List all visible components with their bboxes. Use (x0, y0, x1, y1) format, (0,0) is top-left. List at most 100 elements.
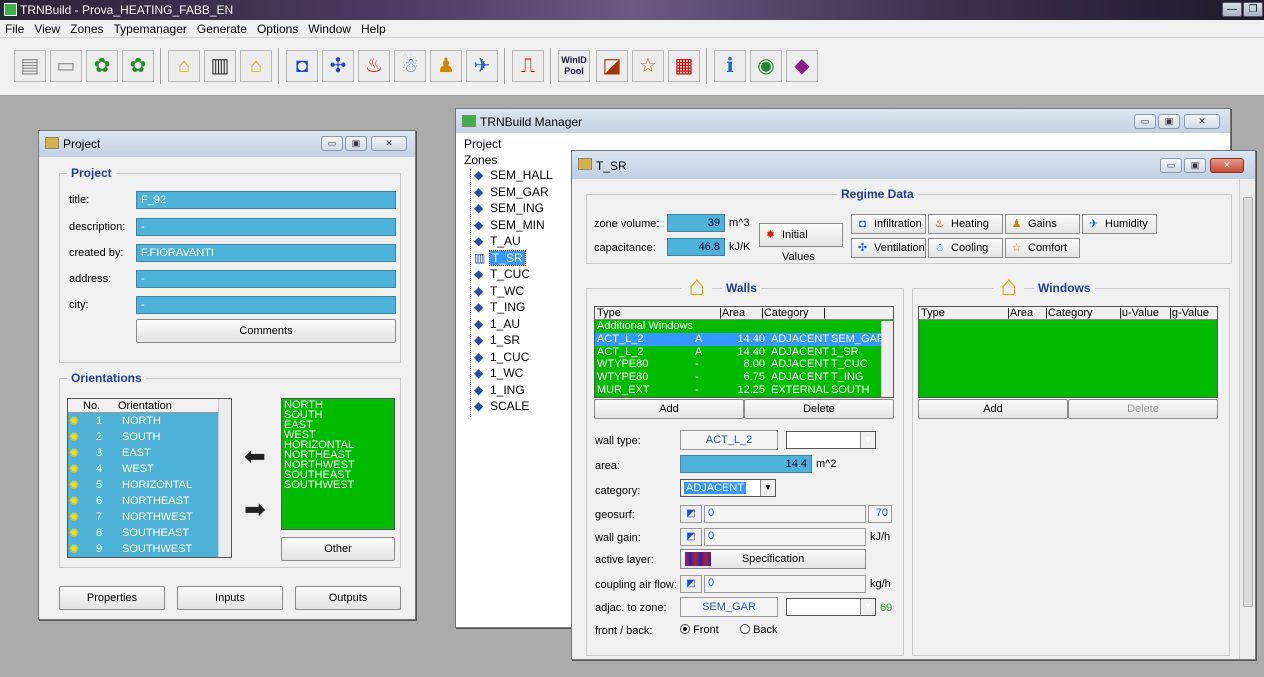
walls-delete-button[interactable]: Delete (744, 399, 894, 419)
infiltration-button[interactable]: ◘ Infiltration (851, 214, 926, 234)
orientation-list[interactable]: No. Orientation ✺ 1 NORTH ✺ 2 SOUTH ✺ 3 EAST ✺ 4 WE… (67, 398, 232, 558)
zone-tree-item[interactable]: ◆ SEM_MIN (472, 217, 582, 234)
zone-tree-item[interactable]: ▥ T_SR (472, 249, 582, 267)
adjac-zone-field[interactable]: SEM_GAR (680, 597, 778, 617)
outputs-button[interactable]: Outputs (295, 586, 401, 610)
other-button[interactable]: Other (281, 537, 395, 561)
maximize-button[interactable]: ▣ (345, 136, 367, 151)
category-dropdown[interactable]: ADJACENT ▼ (680, 479, 776, 497)
maximize-button[interactable]: ▣ (1158, 114, 1180, 129)
zone-tree-item[interactable]: ◆ T_WC (472, 283, 582, 300)
cooling-button[interactable]: ☃ Cooling (928, 238, 1003, 258)
wall-row[interactable]: MUR_EXT - 12.25 EXTERNAL SOUTH (595, 384, 893, 397)
wall-row[interactable]: WTYPE80 - 6.75 ADJACENT T_ING (595, 371, 893, 384)
close-button[interactable]: ✕ (1184, 114, 1220, 129)
close-button[interactable]: ✕ (1210, 158, 1244, 173)
wall-gain-edit-icon[interactable]: ◩ (680, 528, 702, 546)
schedule-icon[interactable]: ▦ (668, 50, 700, 82)
zone-tree-item[interactable]: ◆ T_ING (472, 299, 582, 316)
cooling-snowman-icon[interactable]: ☃ (394, 50, 426, 82)
capacitance-field[interactable]: 46.8 (667, 238, 725, 256)
ventilation-fan-icon[interactable]: ✣ (322, 50, 354, 82)
orientation-row[interactable]: ✺ 4 WEST (68, 461, 231, 477)
created-by-field[interactable]: F.FIORAVANTI (136, 244, 396, 262)
wall-type-field[interactable]: ACT_L_2 (680, 430, 778, 450)
house-icon[interactable]: ⌂ (168, 50, 200, 82)
back-radio[interactable]: Back (740, 624, 778, 636)
orientation-row[interactable]: ✺ 1 NORTH (68, 413, 231, 429)
globe-icon[interactable]: ✿ (86, 50, 118, 82)
zone-tree-item[interactable]: ◆ 1_ING (472, 382, 582, 399)
zone-tree-item[interactable]: ◆ 1_CUC (472, 349, 582, 366)
available-item[interactable]: SOUTHWEST (284, 480, 392, 491)
close-button[interactable]: ✕ (371, 136, 407, 151)
info-icon[interactable]: ℹ (714, 50, 746, 82)
properties-button[interactable]: Properties (59, 586, 165, 610)
menu-view[interactable]: View (29, 20, 65, 36)
minimize-button[interactable]: — (1222, 2, 1242, 17)
orientation-row[interactable]: ✺ 6 NORTHEAST (68, 493, 231, 509)
wizard-icon[interactable]: ☆ (632, 50, 664, 82)
specification-button[interactable]: Specification (680, 549, 866, 569)
new-file-icon[interactable]: ▤ (14, 50, 46, 82)
menu-file[interactable]: File (0, 20, 29, 36)
walls-list-scrollbar[interactable] (881, 321, 893, 397)
winid-pool-button[interactable]: WinID Pool (558, 50, 590, 82)
address-field[interactable]: - (136, 270, 396, 288)
zone-tree-item[interactable]: ◆ 1_SR (472, 332, 582, 349)
description-field[interactable]: - (136, 218, 396, 236)
humidity-icon[interactable]: ✈ (466, 50, 498, 82)
wall-type-dropdown[interactable]: <-- new ... ▼ (786, 431, 876, 449)
menu-zones[interactable]: Zones (65, 20, 108, 36)
menu-help[interactable]: Help (356, 20, 391, 36)
zone-tree-item[interactable]: ◆ SEM_ING (472, 200, 582, 217)
windows-list[interactable]: Type |Area |Category |u-Value |g-Value (918, 306, 1218, 398)
zone-tree-item[interactable]: ◆ SCALE (472, 398, 582, 415)
tree-root-project[interactable]: Project (464, 137, 501, 151)
heating-button[interactable]: ♨ Heating (928, 214, 1003, 234)
geosurf-edit-icon[interactable]: ◩ (680, 505, 702, 523)
walls-list[interactable]: Type |Area |Category | Additional Window… (594, 306, 894, 398)
ventilation-button[interactable]: ✣ Ventilation (851, 238, 926, 258)
zone-tree-item[interactable]: ◆ 1_WC (472, 365, 582, 382)
walls-add-button[interactable]: Add (594, 399, 744, 419)
minimize-button[interactable]: ▭ (1160, 158, 1182, 173)
zone-tree-item[interactable]: ◆ T_CUC (472, 266, 582, 283)
zone-tree-item[interactable]: ◆ T_AU (472, 233, 582, 250)
orientation-row[interactable]: ✺ 7 NORTHWEST (68, 509, 231, 525)
wall-row[interactable]: ACT_L_2 A 14.40 ADJACENT SEM_GAR (595, 332, 893, 346)
title-field[interactable]: F_92 (136, 191, 396, 209)
arrow-left-icon[interactable]: ⬅ (244, 441, 266, 472)
wall-gain-field[interactable]: 0 (704, 528, 866, 546)
comfort-button[interactable]: ☆ Comfort (1005, 238, 1080, 258)
orientation-row[interactable]: ✺ 5 HORIZONTAL (68, 477, 231, 493)
available-orientations-list[interactable]: NORTH SOUTH EAST WEST HORIZONTAL NORTHEA… (281, 398, 395, 530)
wall-row[interactable]: ACT_L_2 A 14.40 ADJACENT 1_SR (595, 346, 893, 359)
zone-tree-item[interactable]: ◆ SEM_GAR (472, 184, 582, 201)
menu-window[interactable]: Window (303, 20, 356, 36)
gains-button[interactable]: ♟ Gains (1005, 214, 1080, 234)
zone-volume-field[interactable]: 39 (667, 214, 725, 232)
area-field[interactable]: 14.4 (680, 455, 812, 473)
orientation-list-scrollbar[interactable] (218, 399, 231, 557)
zone-tree-item[interactable]: ◆ SEM_HALL (472, 167, 582, 184)
layers-icon[interactable]: ▥ (204, 50, 236, 82)
arrow-right-icon[interactable]: ➡ (244, 494, 266, 525)
initial-values-button[interactable]: ✹ Initial Values (759, 223, 843, 263)
globe-add-icon[interactable]: ✿ (122, 50, 154, 82)
infiltration-icon[interactable]: ◘ (286, 50, 318, 82)
coupling-field[interactable]: 0 (704, 575, 866, 593)
maximize-button[interactable]: ▣ (1184, 158, 1206, 173)
front-radio[interactable]: Front (680, 624, 719, 636)
typemanager-icon[interactable]: ◪ (596, 50, 628, 82)
geosurf-field[interactable]: 0 (704, 505, 866, 523)
open-folder-icon[interactable]: ▭ (50, 50, 82, 82)
manual-book-icon[interactable]: ◆ (786, 50, 818, 82)
inputs-button[interactable]: Inputs (177, 586, 283, 610)
window-house-icon[interactable]: ⌂ (240, 50, 272, 82)
wall-row[interactable]: WTYPE80 - 8.00 ADJACENT T_CUC (595, 358, 893, 371)
orientation-row[interactable]: ✺ 3 EAST (68, 445, 231, 461)
minimize-button[interactable]: ▭ (1134, 114, 1156, 129)
menu-options[interactable]: Options (252, 20, 303, 36)
restore-button[interactable]: ❐ (1243, 2, 1263, 17)
